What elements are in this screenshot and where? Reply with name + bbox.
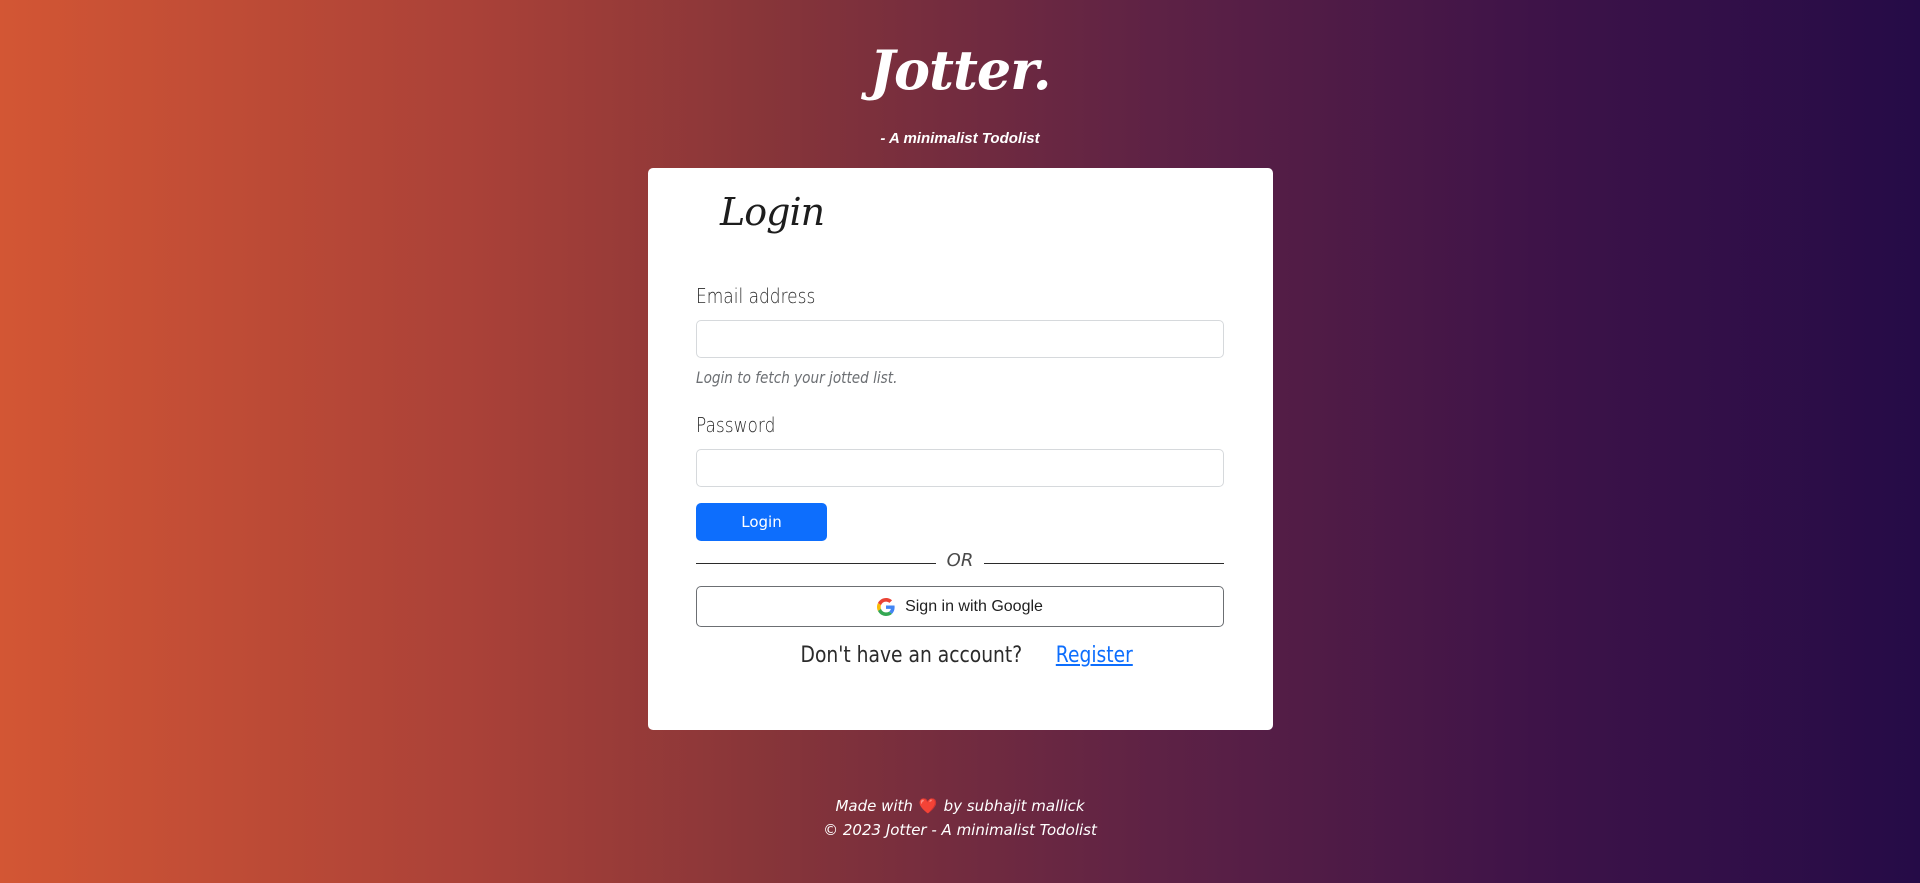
email-help-text: Login to fetch your jotted list. [696, 368, 898, 387]
login-button[interactable]: Login [696, 503, 827, 541]
google-g-icon [877, 597, 895, 616]
login-title: Login [720, 190, 825, 234]
register-row: Don't have an account? Register [648, 643, 1273, 668]
password-input[interactable] [696, 449, 1224, 487]
password-label: Password [696, 413, 776, 437]
google-signin-label: Sign in with Google [905, 597, 1043, 615]
email-label: Email address [696, 284, 816, 308]
separator-line-right [984, 563, 1224, 564]
tagline: - A minimalist Todolist [880, 130, 1040, 147]
register-link[interactable]: Register [1056, 643, 1133, 668]
register-prompt: Don't have an account? [800, 643, 1023, 668]
brand-logo: Jotter. [869, 38, 1051, 102]
footer-copyright: © 2023 Jotter - A minimalist Todolist [823, 821, 1097, 839]
footer-made-with: Made with [835, 797, 913, 815]
or-text: OR [946, 550, 974, 571]
login-card: Login Email address Login to fetch your … [648, 168, 1273, 730]
footer-author: by subhajit mallick [943, 797, 1085, 815]
google-signin-button[interactable]: Sign in with Google [696, 586, 1224, 627]
footer-credit: Made with ❤️ by subhajit mallick [0, 797, 1920, 815]
or-separator: OR [696, 548, 1224, 578]
heart-icon: ❤️ [918, 797, 938, 815]
email-input[interactable] [696, 320, 1224, 358]
